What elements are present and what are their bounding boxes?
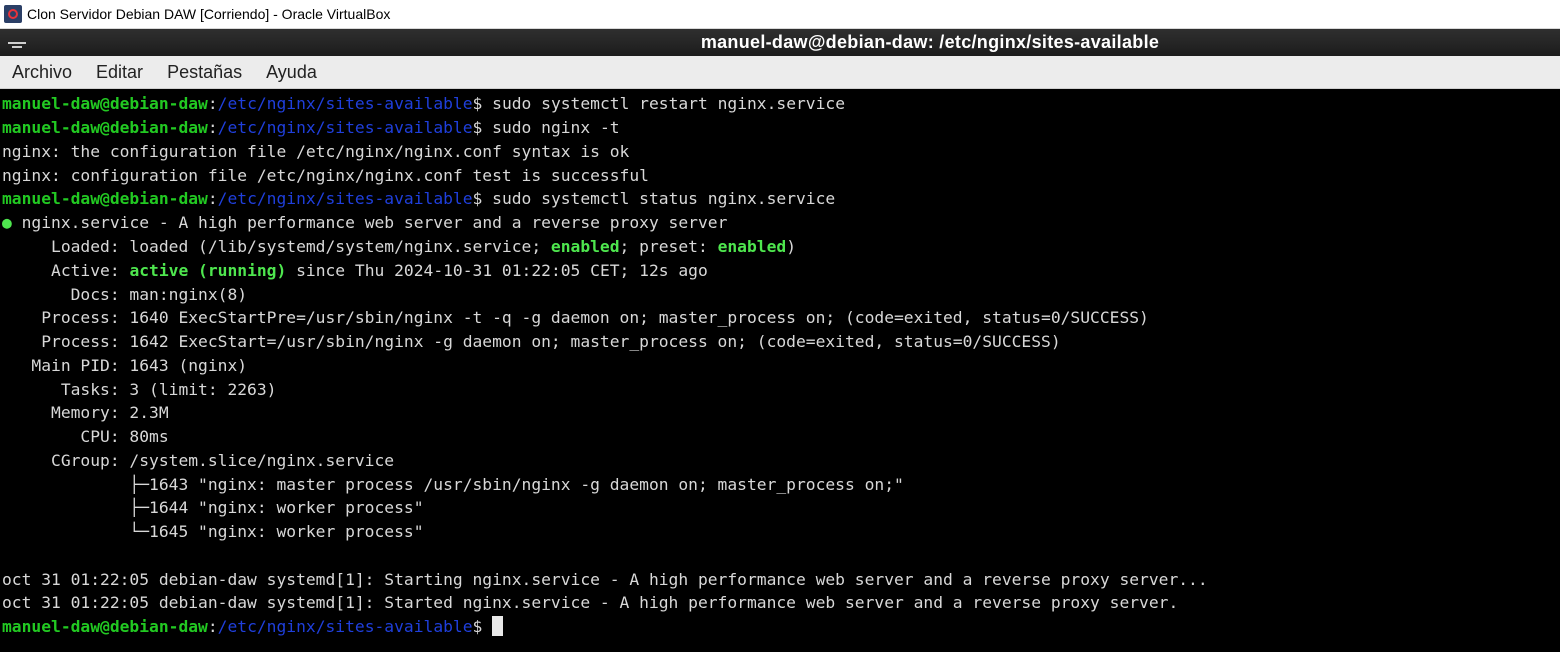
command-text: sudo nginx -t (492, 118, 620, 137)
text-cursor[interactable] (492, 616, 504, 636)
prompt-separator: : (207, 118, 218, 137)
active-state: active (running) (129, 261, 287, 280)
prompt-user: manuel-daw@debian-daw (2, 94, 208, 113)
prompt-path: /etc/nginx/sites-available (217, 118, 473, 137)
menu-pestanas[interactable]: Pestañas (155, 62, 254, 83)
enabled-state: enabled (550, 237, 620, 256)
prompt-user: manuel-daw@debian-daw (2, 617, 208, 636)
output-line: nginx: the configuration file /etc/nginx… (2, 142, 630, 161)
command-text: sudo systemctl restart nginx.service (492, 94, 846, 113)
vbox-titlebar: Clon Servidor Debian DAW [Corriendo] - O… (0, 0, 1560, 29)
loaded-text: Loaded: loaded (/lib/systemd/system/ngin… (2, 237, 551, 256)
loaded-preset-text: ; preset: (619, 237, 718, 256)
prompt-separator: : (207, 189, 218, 208)
terminal-output[interactable]: manuel-daw@debian-daw:/etc/nginx/sites-a… (0, 90, 1560, 652)
active-label: Active: (2, 261, 130, 280)
tasks-line: Tasks: 3 (limit: 2263) (2, 380, 277, 399)
memory-line: Memory: 2.3M (2, 403, 169, 422)
mainpid-line: Main PID: 1643 (nginx) (2, 356, 248, 375)
service-header-line: ● nginx.service - A high performance web… (2, 211, 727, 235)
prompt-path: /etc/nginx/sites-available (217, 189, 473, 208)
terminal-line: manuel-daw@debian-daw:/etc/nginx/sites-a… (2, 187, 835, 211)
virtualbox-app-icon (4, 5, 22, 23)
cgroup-process-line: ├─1644 "nginx: worker process" (2, 498, 424, 517)
cgroup-line: CGroup: /system.slice/nginx.service (2, 451, 395, 470)
cgroup-process-line: ├─1643 "nginx: master process /usr/sbin/… (2, 475, 904, 494)
loaded-end: ) (786, 237, 797, 256)
prompt-symbol: $ (472, 189, 493, 208)
output-line: nginx: configuration file /etc/nginx/ngi… (2, 166, 649, 185)
prompt-path: /etc/nginx/sites-available (217, 617, 473, 636)
process-line: Process: 1640 ExecStartPre=/usr/sbin/ngi… (2, 308, 1149, 327)
menu-editar[interactable]: Editar (84, 62, 155, 83)
terminal-line: manuel-daw@debian-daw:/etc/nginx/sites-a… (2, 615, 504, 639)
prompt-symbol: $ (472, 118, 493, 137)
log-line: oct 31 01:22:05 debian-daw systemd[1]: S… (2, 593, 1179, 612)
active-line: Active: active (running) since Thu 2024-… (2, 259, 708, 283)
cgroup-process-line: └─1645 "nginx: worker process" (2, 522, 424, 541)
active-since: since Thu 2024-10-31 01:22:05 CET; 12s a… (286, 261, 708, 280)
menu-archivo[interactable]: Archivo (0, 62, 84, 83)
prompt-path: /etc/nginx/sites-available (217, 94, 473, 113)
terminal-line: manuel-daw@debian-daw:/etc/nginx/sites-a… (2, 92, 845, 116)
prompt-symbol: $ (472, 94, 493, 113)
prompt-user: manuel-daw@debian-daw (2, 189, 208, 208)
terminal-line: manuel-daw@debian-daw:/etc/nginx/sites-a… (2, 116, 620, 140)
status-dot-icon: ● (2, 213, 12, 232)
preset-state: enabled (717, 237, 787, 256)
process-line: Process: 1642 ExecStart=/usr/sbin/nginx … (2, 332, 1061, 351)
prompt-user: manuel-daw@debian-daw (2, 118, 208, 137)
terminal-titlebar: manuel-daw@debian-daw: /etc/nginx/sites-… (0, 29, 1560, 56)
docs-line: Docs: man:nginx(8) (2, 285, 248, 304)
prompt-separator: : (207, 94, 218, 113)
menu-ayuda[interactable]: Ayuda (254, 62, 329, 83)
vbox-window-title: Clon Servidor Debian DAW [Corriendo] - O… (27, 6, 391, 22)
cpu-line: CPU: 80ms (2, 427, 169, 446)
prompt-separator: : (207, 617, 218, 636)
menubar: Archivo Editar Pestañas Ayuda (0, 56, 1560, 89)
log-line: oct 31 01:22:05 debian-daw systemd[1]: S… (2, 570, 1208, 589)
command-text: sudo systemctl status nginx.service (492, 189, 836, 208)
prompt-symbol: $ (472, 617, 493, 636)
loaded-line: Loaded: loaded (/lib/systemd/system/ngin… (2, 235, 796, 259)
terminal-window-title: manuel-daw@debian-daw: /etc/nginx/sites-… (700, 32, 1160, 52)
service-description: nginx.service - A high performance web s… (11, 213, 728, 232)
